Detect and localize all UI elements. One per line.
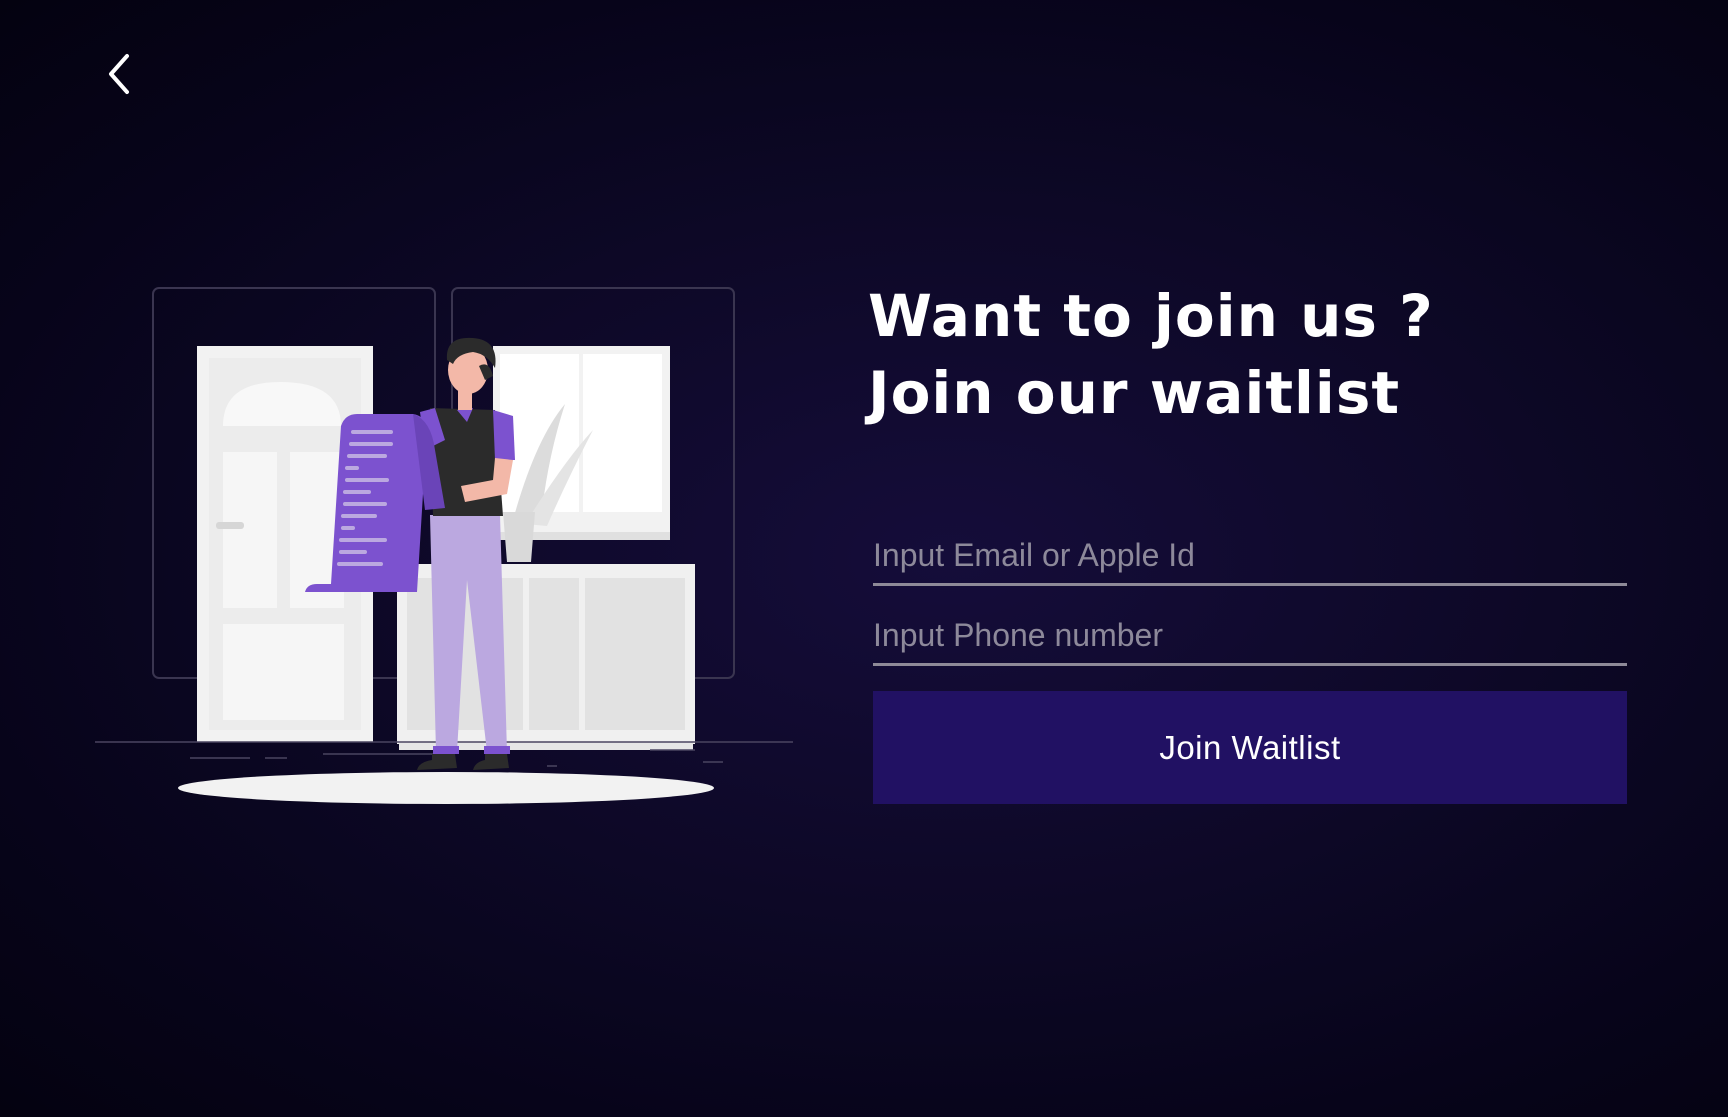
email-input[interactable] [873, 527, 1627, 583]
headline-line-1: Want to join us ? [868, 282, 1434, 350]
waitlist-illustration [95, 287, 793, 804]
phone-input[interactable] [873, 607, 1627, 663]
phone-field-container [873, 607, 1627, 666]
chevron-left-icon [109, 54, 129, 94]
page-title: Want to join us ? Join our waitlist [868, 278, 1434, 432]
email-field-container [873, 527, 1627, 586]
back-button[interactable] [96, 50, 140, 98]
headline-line-2: Join our waitlist [868, 359, 1401, 427]
join-waitlist-button[interactable]: Join Waitlist [873, 691, 1627, 804]
